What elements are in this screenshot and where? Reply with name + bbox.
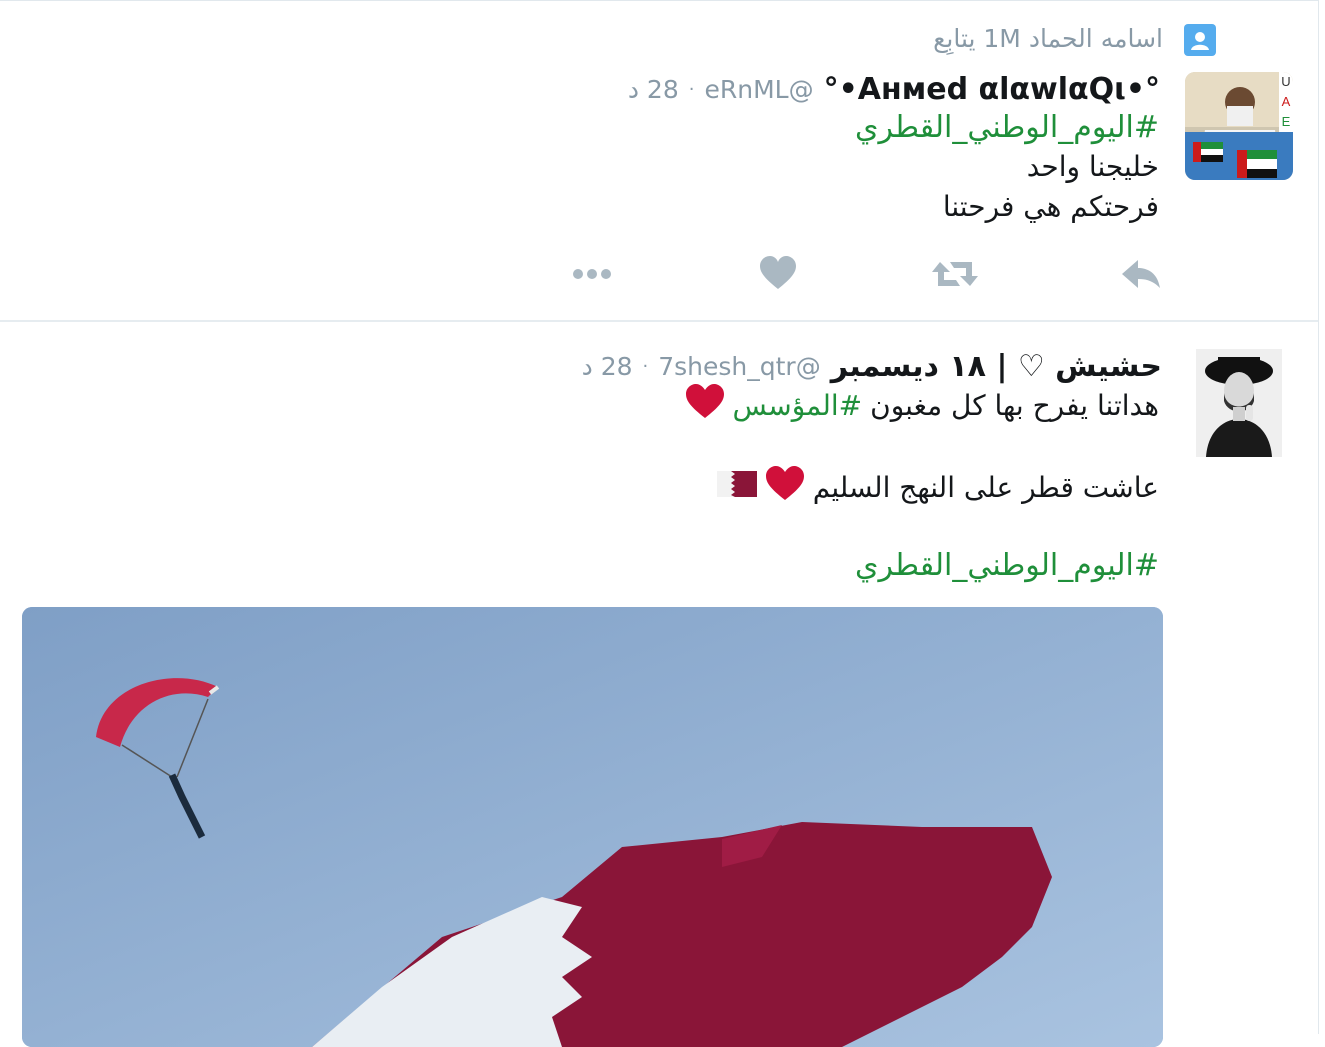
tweet-text: هداتنا يفرح بها كل مغبون: [870, 389, 1159, 422]
like-icon[interactable]: [758, 254, 798, 298]
tweet-header: °•Aнмed αlαwlαQι•° @eRnML · 28 د: [628, 70, 1160, 108]
hashtag-link[interactable]: #اليوم_الوطني_القطري: [855, 110, 1159, 145]
tweet-text-line: عاشت قطر على النهج السليم: [716, 466, 1159, 509]
reply-icon[interactable]: [1120, 254, 1162, 298]
tweet-media-image[interactable]: [22, 607, 1163, 1047]
heart-emoji-icon: [765, 466, 805, 509]
avatar-letter: U: [1281, 74, 1290, 89]
avatar[interactable]: [1196, 349, 1282, 457]
tweet-text: عاشت قطر على النهج السليم: [812, 471, 1159, 504]
top-border: [0, 0, 1319, 1]
right-border: [1318, 0, 1319, 1034]
tweet-header: حشيش ♡ | ١٨ ديسمبر @7shesh_qtr · 28 د: [582, 346, 1162, 386]
hashtag-link[interactable]: #المؤسس: [733, 389, 863, 422]
avatar-letter: A: [1282, 94, 1291, 109]
username[interactable]: @7shesh_qtr: [658, 352, 820, 381]
tweet-text-line: فرحتكم هي فرحتنا: [942, 190, 1159, 223]
avatar-letter: E: [1282, 114, 1291, 129]
tweet-separator: [0, 320, 1318, 322]
tweet-text-line: هداتنا يفرح بها كل مغبون #المؤسس: [685, 384, 1159, 427]
separator-dot: ·: [642, 355, 649, 377]
avatar[interactable]: U A E: [1185, 72, 1293, 180]
hashtag-link[interactable]: #اليوم_الوطني_القطري: [855, 548, 1159, 583]
heart-emoji-icon: [685, 384, 725, 427]
qatar-flag-emoji-icon: [716, 469, 757, 506]
more-icon[interactable]: [570, 254, 620, 298]
tweet-actions: [560, 254, 1170, 294]
display-name[interactable]: حشيش ♡ | ١٨ ديسمبر: [831, 349, 1162, 384]
timestamp[interactable]: 28 د: [628, 75, 679, 104]
username[interactable]: @eRnML: [704, 75, 813, 104]
display-name[interactable]: °•Aнмed αlαwlαQι•°: [824, 72, 1160, 107]
social-context[interactable]: اسامه الحماد 1M يتابِع: [933, 24, 1163, 53]
follow-user-icon: [1184, 24, 1216, 56]
tweet-text-line: خليجنا واحد: [1026, 150, 1159, 183]
timestamp[interactable]: 28 د: [582, 352, 633, 381]
separator-dot: ·: [688, 78, 695, 100]
retweet-icon[interactable]: [930, 254, 980, 298]
